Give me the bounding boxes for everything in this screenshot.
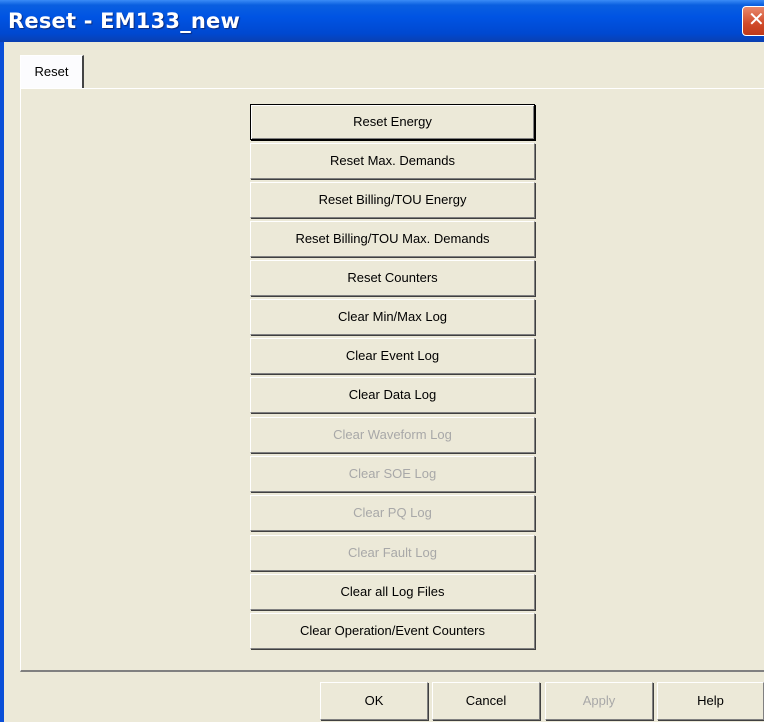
clear-operation-event-counters-button[interactable]: Clear Operation/Event Counters	[250, 613, 535, 649]
clear-data-log-button[interactable]: Clear Data Log	[250, 377, 535, 413]
reset-counters-button[interactable]: Reset Counters	[250, 260, 535, 296]
tab-label: Reset	[34, 64, 69, 79]
clear-soe-log-button: Clear SOE Log	[250, 456, 535, 492]
clear-all-log-files-button[interactable]: Clear all Log Files	[250, 574, 535, 610]
tab-reset[interactable]: Reset	[20, 55, 84, 89]
ok-button[interactable]: OK	[320, 682, 428, 720]
apply-button: Apply	[545, 682, 653, 720]
window-frame	[0, 42, 4, 722]
title-bar: Reset - EM133_new ✕	[0, 0, 764, 42]
reset-energy-button[interactable]: Reset Energy	[250, 104, 535, 140]
help-button[interactable]: Help	[657, 682, 764, 720]
clear-pq-log-button: Clear PQ Log	[250, 495, 535, 531]
close-button[interactable]: ✕	[742, 6, 764, 36]
window-title: Reset - EM133_new	[8, 9, 241, 33]
reset-max-demands-button[interactable]: Reset Max. Demands	[250, 143, 535, 179]
clear-min-max-log-button[interactable]: Clear Min/Max Log	[250, 299, 535, 335]
reset-billing-tou-max-demands-button[interactable]: Reset Billing/TOU Max. Demands	[250, 221, 535, 257]
cancel-button[interactable]: Cancel	[432, 682, 540, 720]
clear-event-log-button[interactable]: Clear Event Log	[250, 338, 535, 374]
clear-waveform-log-button: Clear Waveform Log	[250, 417, 535, 453]
reset-billing-tou-energy-button[interactable]: Reset Billing/TOU Energy	[250, 182, 535, 218]
close-icon: ✕	[748, 9, 764, 31]
clear-fault-log-button: Clear Fault Log	[250, 535, 535, 571]
